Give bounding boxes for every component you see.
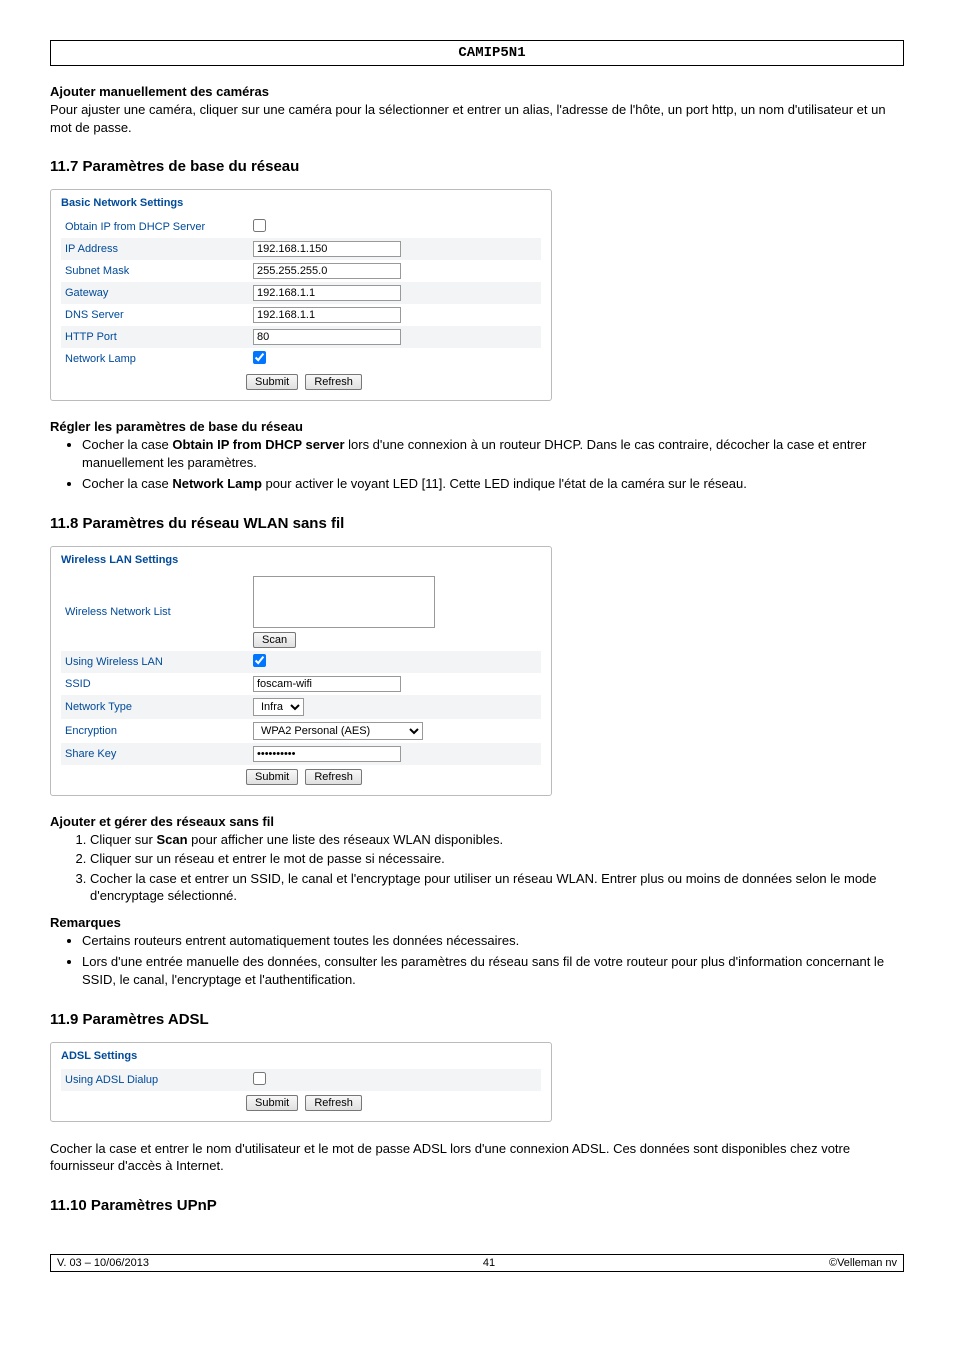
wireless-list-box[interactable] <box>253 576 435 628</box>
section-11-10-heading: 11.10 Paramètres UPnP <box>50 1197 904 1214</box>
ip-input[interactable] <box>253 241 401 257</box>
ssid-label: SSID <box>61 673 249 695</box>
ip-label: IP Address <box>61 238 249 260</box>
key-label: Share Key <box>61 743 249 765</box>
footer-right: ©Velleman nv <box>829 1257 897 1269</box>
mask-label: Subnet Mask <box>61 260 249 282</box>
footer-left: V. 03 – 10/06/2013 <box>57 1257 149 1269</box>
enc-select[interactable]: WPA2 Personal (AES) <box>253 722 423 740</box>
basic-network-sub-heading: Régler les paramètres de base du réseau <box>50 419 904 434</box>
gw-input[interactable] <box>253 285 401 301</box>
section-11-8-heading: 11.8 Paramètres du réseau WLAN sans fil <box>50 515 904 532</box>
bullet-lamp: Cocher la case Network Lamp pour activer… <box>82 475 904 493</box>
page-footer: V. 03 – 10/06/2013 41 ©Velleman nv <box>50 1254 904 1272</box>
dhcp-checkbox[interactable] <box>253 219 266 232</box>
add-cameras-heading: Ajouter manuellement des caméras <box>50 84 904 99</box>
adsl-refresh-button[interactable]: Refresh <box>305 1095 362 1111</box>
adsl-panel: ADSL Settings Using ADSL Dialup Submit R… <box>50 1042 552 1122</box>
lamp-label: Network Lamp <box>61 348 249 370</box>
ntype-select[interactable]: Infra <box>253 698 304 716</box>
document-header: CAMIP5N1 <box>50 40 904 66</box>
basic-network-panel-title: Basic Network Settings <box>61 197 183 209</box>
remarks-heading: Remarques <box>50 915 904 930</box>
footer-center: 41 <box>483 1257 495 1269</box>
remark-2: Lors d'une entrée manuelle des données, … <box>82 953 904 988</box>
remark-1: Certains routeurs entrent automatiquemen… <box>82 932 904 950</box>
scan-button[interactable]: Scan <box>253 632 296 648</box>
bullet-dhcp: Cocher la case Obtain IP from DHCP serve… <box>82 436 904 471</box>
adsl-checkbox[interactable] <box>253 1072 266 1085</box>
lamp-checkbox[interactable] <box>253 351 266 364</box>
basic-network-panel: Basic Network Settings Obtain IP from DH… <box>50 189 552 401</box>
enc-label: Encryption <box>61 719 249 743</box>
adsl-text: Cocher la case et entrer le nom d'utilis… <box>50 1140 904 1175</box>
wlan-submit-button[interactable]: Submit <box>246 769 298 785</box>
using-wlan-checkbox[interactable] <box>253 654 266 667</box>
wlist-label: Wireless Network List <box>61 573 249 651</box>
wireless-lan-panel: Wireless LAN Settings Wireless Network L… <box>50 546 552 796</box>
step-1: Cliquer sur Scan pour afficher une liste… <box>90 831 904 849</box>
basic-refresh-button[interactable]: Refresh <box>305 374 362 390</box>
section-11-9-heading: 11.9 Paramètres ADSL <box>50 1011 904 1028</box>
step-3: Cocher la case et entrer un SSID, le can… <box>90 870 904 905</box>
doc-title: CAMIP5N1 <box>81 43 903 63</box>
mask-input[interactable] <box>253 263 401 279</box>
wlan-refresh-button[interactable]: Refresh <box>305 769 362 785</box>
wlan-sub-heading: Ajouter et gérer des réseaux sans fil <box>50 814 904 829</box>
adsl-submit-button[interactable]: Submit <box>246 1095 298 1111</box>
ntype-label: Network Type <box>61 695 249 719</box>
http-input[interactable] <box>253 329 401 345</box>
http-label: HTTP Port <box>61 326 249 348</box>
add-cameras-text: Pour ajuster une caméra, cliquer sur une… <box>50 101 904 136</box>
adsl-label: Using ADSL Dialup <box>61 1069 249 1091</box>
gw-label: Gateway <box>61 282 249 304</box>
wireless-lan-panel-title: Wireless LAN Settings <box>61 554 178 566</box>
basic-submit-button[interactable]: Submit <box>246 374 298 390</box>
ssid-input[interactable] <box>253 676 401 692</box>
dns-label: DNS Server <box>61 304 249 326</box>
adsl-panel-title: ADSL Settings <box>61 1050 137 1062</box>
dns-input[interactable] <box>253 307 401 323</box>
section-11-7-heading: 11.7 Paramètres de base du réseau <box>50 158 904 175</box>
key-input[interactable] <box>253 746 401 762</box>
step-2: Cliquer sur un réseau et entrer le mot d… <box>90 850 904 868</box>
using-wlan-label: Using Wireless LAN <box>61 651 249 673</box>
dhcp-label: Obtain IP from DHCP Server <box>61 216 249 238</box>
